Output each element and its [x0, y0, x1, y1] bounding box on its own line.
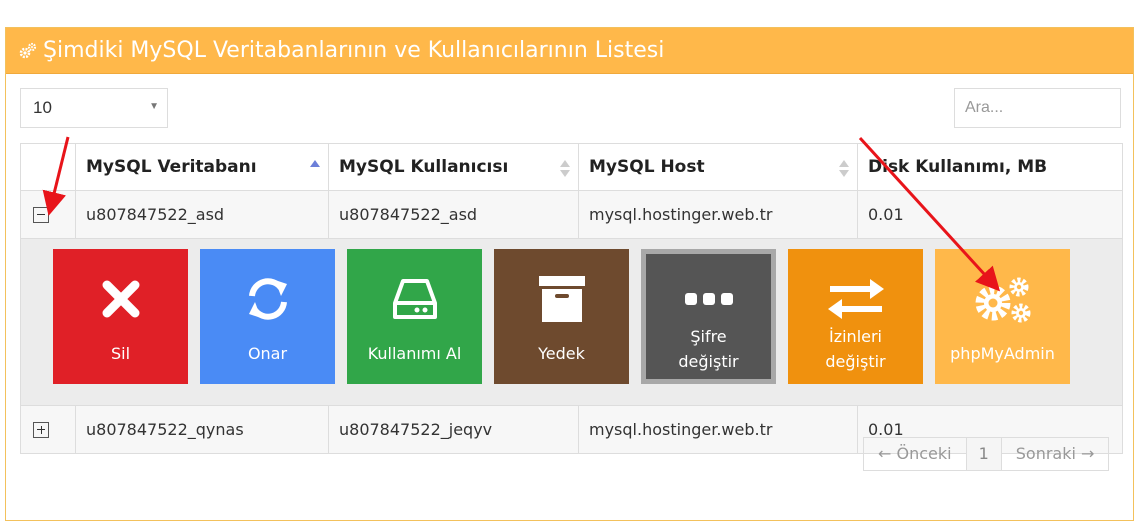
panel-title: Şimdiki MySQL Veritabanlarının ve Kullan… [43, 38, 665, 63]
get-usage-label: Kullanımı Al [367, 344, 462, 363]
change-password-button[interactable]: Şifre değiştir [641, 249, 776, 384]
sort-icon [560, 160, 570, 178]
change-password-label: Şifre değiştir [678, 327, 739, 371]
action-panel: Sil Onar Kullanımı Al Yedek Şifre değişt… [20, 238, 1123, 406]
table-header-row: MySQL Veritabanı MySQL Kullanıcısı MySQL… [20, 143, 1123, 191]
database-user: u807847522_jeqyv [328, 405, 579, 454]
column-header-disk[interactable]: Disk Kullanımı, MB [857, 143, 1123, 191]
table-row: u807847522_asd u807847522_asd mysql.host… [20, 190, 1123, 239]
get-usage-button[interactable]: Kullanımı Al [347, 249, 482, 384]
repair-button[interactable]: Onar [200, 249, 335, 384]
phpmyadmin-label: phpMyAdmin [950, 344, 1055, 363]
dots-icon [646, 274, 771, 324]
gears-icon [935, 274, 1070, 324]
phpmyadmin-button[interactable]: phpMyAdmin [935, 249, 1070, 384]
disk-usage: 0.01 [857, 190, 1123, 239]
database-host: mysql.hostinger.web.tr [578, 405, 858, 454]
collapse-icon[interactable] [33, 206, 49, 223]
page-size-value: 10 [33, 98, 52, 117]
expand-icon[interactable] [33, 421, 49, 438]
database-name: u807847522_asd [75, 190, 329, 239]
backup-label: Yedek [538, 344, 585, 363]
pagination: ← Önceki 1 Sonraki → [863, 437, 1110, 471]
databases-table: MySQL Veritabanı MySQL Kullanıcısı MySQL… [20, 143, 1123, 454]
current-page[interactable]: 1 [966, 438, 1002, 470]
page-size-select[interactable]: 10 ▼ [20, 88, 168, 128]
column-header-database[interactable]: MySQL Veritabanı [75, 143, 329, 191]
close-icon [53, 274, 188, 324]
detail-row: Sil Onar Kullanımı Al Yedek Şifre değişt… [20, 238, 1123, 406]
search-input[interactable] [954, 88, 1121, 128]
sort-icon [839, 160, 849, 178]
panel-header: Şimdiki MySQL Veritabanlarının ve Kullan… [6, 28, 1133, 74]
sort-icon [310, 160, 320, 178]
hard-drive-icon [347, 274, 482, 324]
next-page-button[interactable]: Sonraki → [1002, 438, 1109, 470]
delete-button[interactable]: Sil [53, 249, 188, 384]
change-permissions-button[interactable]: İzinleri değiştir [788, 249, 923, 384]
column-header-toggle [20, 143, 76, 191]
backup-button[interactable]: Yedek [494, 249, 629, 384]
repair-label: Onar [247, 344, 288, 363]
change-permissions-label: İzinleri değiştir [825, 327, 886, 371]
gears-icon [19, 42, 37, 60]
swap-arrows-icon [788, 274, 923, 324]
database-name: u807847522_qynas [75, 405, 329, 454]
chevron-down-icon: ▼ [149, 101, 159, 112]
database-user: u807847522_asd [328, 190, 579, 239]
column-header-host[interactable]: MySQL Host [578, 143, 858, 191]
prev-page-button[interactable]: ← Önceki [864, 438, 967, 470]
archive-icon [494, 274, 629, 324]
delete-label: Sil [110, 344, 131, 363]
refresh-icon [200, 274, 335, 324]
database-host: mysql.hostinger.web.tr [578, 190, 858, 239]
column-header-user[interactable]: MySQL Kullanıcısı [328, 143, 579, 191]
